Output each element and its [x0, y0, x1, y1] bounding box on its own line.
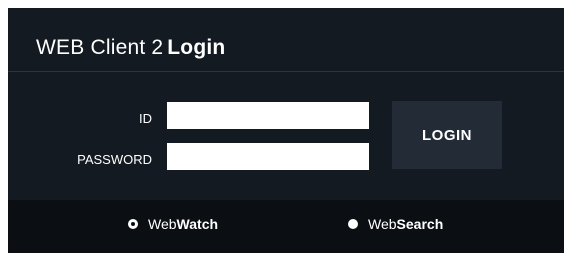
option-prefix: Web — [148, 216, 177, 232]
radio-selected-icon[interactable] — [128, 219, 138, 229]
page-title: WEB Client 2 Login — [36, 36, 225, 60]
login-button[interactable]: LOGIN — [392, 101, 502, 169]
login-form: ID PASSWORD LOGIN — [8, 72, 564, 200]
login-header: WEB Client 2 Login — [8, 8, 564, 72]
mode-selector: Web Watch Web Search — [8, 200, 564, 253]
option-bold: Search — [396, 216, 444, 232]
title-regular: WEB Client 2 — [36, 36, 164, 59]
websearch-option[interactable]: Web Search — [348, 216, 443, 232]
title-bold: Login — [167, 36, 226, 59]
option-bold: Watch — [176, 216, 219, 232]
radio-unselected-icon[interactable] — [348, 219, 358, 229]
login-panel: WEB Client 2 Login ID PASSWORD LOGIN Web W… — [8, 8, 564, 253]
option-prefix: Web — [368, 216, 397, 232]
id-label: ID — [139, 111, 152, 126]
password-input[interactable] — [167, 143, 369, 170]
password-label: PASSWORD — [77, 152, 152, 167]
id-input[interactable] — [167, 102, 369, 129]
webwatch-option[interactable]: Web Watch — [128, 216, 218, 232]
